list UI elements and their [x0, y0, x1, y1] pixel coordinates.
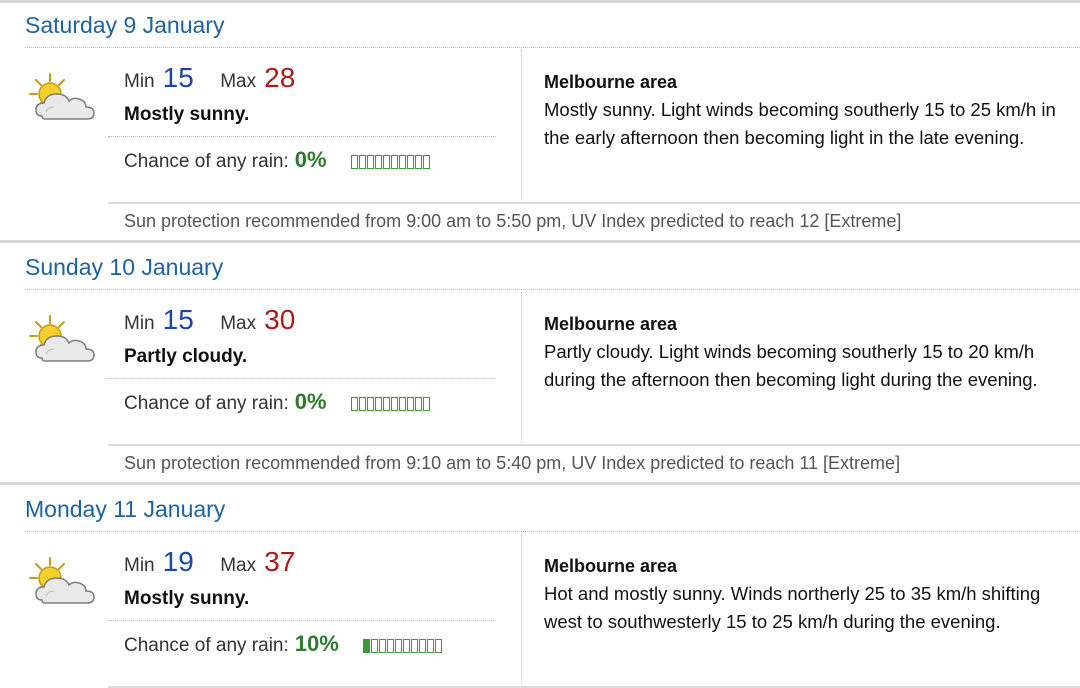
- uv-divider: [108, 202, 1080, 204]
- rain-chance: Chance of any rain: 0%: [124, 389, 431, 415]
- min-temperature: 19: [162, 546, 194, 577]
- max-temperature: 30: [264, 304, 296, 335]
- rain-bar-segment: [390, 154, 398, 169]
- min-temperature: 15: [162, 304, 194, 335]
- min-temperature: 15: [162, 62, 194, 93]
- rain-chance-bar: [350, 395, 431, 413]
- rain-bar-segment: [350, 154, 358, 169]
- rain-bar-segment: [358, 154, 366, 169]
- rain-value: 0%: [294, 389, 327, 414]
- heading-divider: [25, 47, 1080, 48]
- rain-bar-segment: [374, 396, 382, 411]
- temperature-range: Min 15 Max 28: [124, 62, 295, 96]
- rain-bar-segment: [402, 638, 410, 653]
- column-divider: [521, 292, 522, 442]
- column-divider: [521, 50, 522, 200]
- rain-bar-segment: [410, 638, 418, 653]
- max-label: Max: [220, 71, 257, 92]
- partly-sunny-icon: [29, 315, 95, 362]
- rain-bar-segment: [366, 396, 374, 411]
- area-forecast-text: Mostly sunny. Light winds becoming south…: [544, 99, 1056, 148]
- min-label: Min: [124, 555, 155, 576]
- day-heading: Saturday 9 January: [25, 12, 225, 38]
- day-heading: Sunday 10 January: [25, 254, 224, 280]
- uv-divider: [108, 444, 1080, 446]
- forecast-summary: Partly cloudy.: [124, 346, 248, 367]
- rain-bar-segment: [398, 154, 406, 169]
- rain-label: Chance of any rain:: [124, 635, 289, 656]
- rain-bar-segment: [398, 396, 406, 411]
- rain-bar-segment: [350, 396, 358, 411]
- area-forecast-text: Partly cloudy. Light winds becoming sout…: [544, 341, 1038, 390]
- rain-value: 0%: [294, 147, 327, 172]
- day-divider: [0, 0, 1080, 3]
- rain-bar-segment: [386, 638, 394, 653]
- forecast-day: Saturday 9 January Min 15 Max 28 Mostly su…: [0, 0, 1080, 243]
- max-temperature: 28: [264, 62, 296, 93]
- forecast-day: Monday 11 January Min 19 Max 37 Mostly sun…: [0, 484, 1080, 688]
- heading-divider: [25, 289, 1080, 290]
- rain-bar-segment: [362, 638, 370, 653]
- rain-bar-segment: [370, 638, 378, 653]
- rain-bar-segment: [394, 638, 402, 653]
- column-divider: [521, 534, 522, 684]
- rain-bar-segment: [382, 396, 390, 411]
- heading-divider: [25, 531, 1080, 532]
- rain-chance-bar: [362, 637, 443, 655]
- max-temperature: 37: [264, 546, 296, 577]
- uv-advice: Sun protection recommended from 9:10 am …: [124, 453, 901, 473]
- rain-bar-segment: [390, 396, 398, 411]
- rain-bar-segment: [382, 154, 390, 169]
- partly-sunny-icon: [29, 557, 95, 604]
- rain-bar-segment: [406, 154, 414, 169]
- forecast-day: Sunday 10 January Min 15 Max 30 Partly clo…: [0, 242, 1080, 485]
- partly-sunny-icon: [29, 73, 95, 120]
- rain-bar-segment: [378, 638, 386, 653]
- area-title: Melbourne area: [544, 72, 678, 92]
- area-title: Melbourne area: [544, 314, 678, 334]
- max-label: Max: [220, 313, 257, 334]
- forecast-summary: Mostly sunny.: [124, 104, 250, 125]
- forecast-summary: Mostly sunny.: [124, 588, 250, 609]
- rain-bar-segment: [358, 396, 366, 411]
- uv-advice: Sun protection recommended from 9:00 am …: [124, 211, 902, 231]
- summary-divider: [108, 378, 496, 379]
- rain-chance: Chance of any rain: 0%: [124, 147, 431, 173]
- rain-bar-segment: [406, 396, 414, 411]
- rain-bar-segment: [366, 154, 374, 169]
- rain-bar-segment: [434, 638, 442, 653]
- summary-divider: [108, 136, 496, 137]
- temperature-range: Min 19 Max 37: [124, 546, 295, 580]
- day-heading: Monday 11 January: [25, 496, 226, 522]
- area-title: Melbourne area: [544, 556, 678, 576]
- rain-bar-segment: [374, 154, 382, 169]
- area-forecast-text: Hot and mostly sunny. Winds northerly 25…: [544, 583, 1041, 632]
- rain-bar-segment: [422, 154, 430, 169]
- rain-bar-segment: [414, 154, 422, 169]
- rain-bar-segment: [422, 396, 430, 411]
- min-label: Min: [124, 313, 155, 334]
- temperature-range: Min 15 Max 30: [124, 304, 295, 338]
- rain-value: 10%: [294, 631, 339, 656]
- rain-chance-bar: [350, 153, 431, 171]
- rain-bar-segment: [426, 638, 434, 653]
- min-label: Min: [124, 71, 155, 92]
- max-label: Max: [220, 555, 257, 576]
- rain-bar-segment: [414, 396, 422, 411]
- rain-label: Chance of any rain:: [124, 393, 289, 414]
- rain-chance: Chance of any rain: 10%: [124, 631, 443, 657]
- rain-bar-segment: [418, 638, 426, 653]
- summary-divider: [108, 620, 496, 621]
- rain-label: Chance of any rain:: [124, 151, 289, 172]
